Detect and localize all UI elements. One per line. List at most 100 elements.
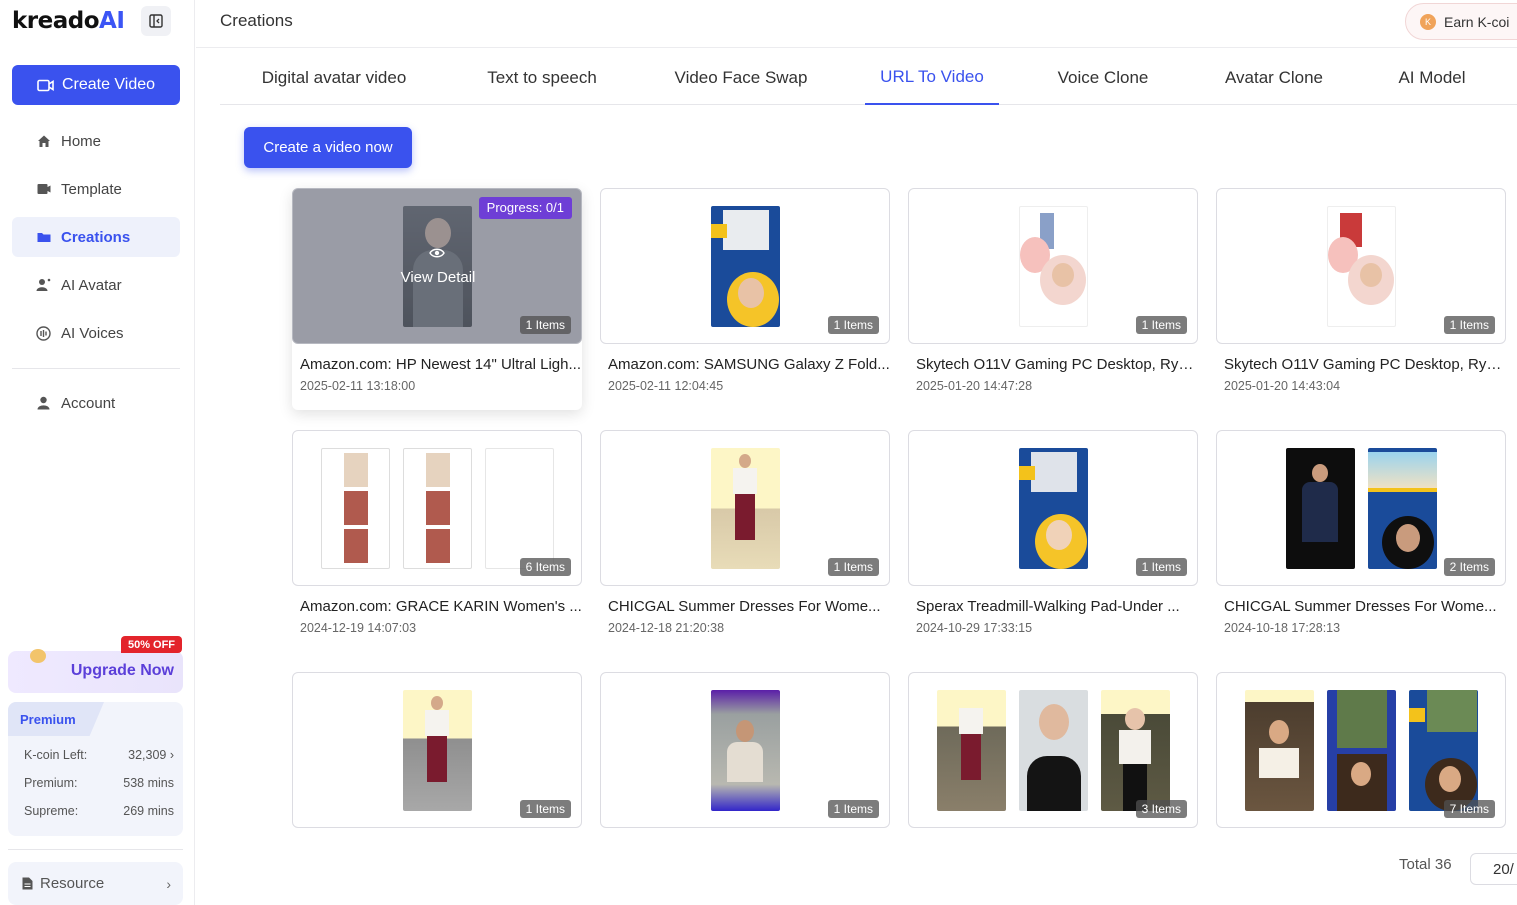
- creation-tabs: Digital avatar video Text to speech Vide…: [220, 50, 1517, 105]
- creation-card-10[interactable]: 3 Items: [908, 672, 1198, 828]
- sidebar-item-label: Template: [61, 180, 122, 198]
- creation-card-2[interactable]: 1 Items: [908, 188, 1198, 344]
- plan-row-value: 269 mins: [123, 804, 174, 818]
- tab-ai-model[interactable]: AI Model: [1384, 50, 1480, 105]
- resource-label: Resource: [40, 875, 105, 892]
- progress-badge: Progress: 0/1: [478, 197, 572, 219]
- card-date: 2025-02-11 12:04:45: [608, 379, 724, 393]
- sidebar-nav: Home Template Creations AI Avatar AI Voi…: [12, 121, 180, 361]
- card-title[interactable]: Amazon.com: HP Newest 14" Ultral Ligh...: [292, 356, 582, 373]
- video-thumbnail: [937, 690, 1006, 811]
- tab-video-face-swap[interactable]: Video Face Swap: [656, 50, 826, 105]
- items-badge: 1 Items: [827, 558, 879, 576]
- creation-card-1[interactable]: 1 Items: [600, 188, 890, 344]
- card-title[interactable]: CHICGAL Summer Dresses For Wome...: [600, 598, 890, 615]
- pagination-total: Total 36: [1399, 856, 1452, 873]
- video-thumbnail: [711, 206, 780, 327]
- page-title: Creations: [220, 11, 293, 30]
- items-badge: 3 Items: [1135, 800, 1187, 818]
- sidebar-item-ai-avatar[interactable]: AI Avatar: [12, 265, 180, 305]
- creation-card-6[interactable]: 1 Items: [908, 430, 1198, 586]
- sidebar-divider: [12, 368, 180, 369]
- create-video-button[interactable]: Create Video: [12, 65, 180, 105]
- earn-kcoin-button[interactable]: K Earn K-coi: [1405, 3, 1517, 40]
- items-badge: 1 Items: [1135, 558, 1187, 576]
- tab-text-to-speech[interactable]: Text to speech: [468, 50, 616, 105]
- plan-row-value: 538 mins: [123, 776, 174, 790]
- creation-card-8[interactable]: 1 Items: [292, 672, 582, 828]
- sidebar-item-label: Home: [61, 132, 102, 150]
- resource-menu[interactable]: Resource ›: [8, 862, 183, 905]
- tab-label: Avatar Clone: [1225, 67, 1323, 87]
- avatar-icon: [36, 278, 51, 293]
- sidebar-item-home[interactable]: Home: [12, 121, 180, 161]
- card-date: 2025-02-11 13:18:00: [300, 379, 416, 393]
- collapse-sidebar-button[interactable]: [141, 6, 171, 36]
- sidebar-item-creations[interactable]: Creations: [12, 217, 180, 257]
- sidebar-account: Account: [12, 383, 180, 431]
- tab-avatar-clone[interactable]: Avatar Clone: [1206, 50, 1342, 105]
- card-date: 2025-01-20 14:47:28: [916, 379, 1033, 393]
- tab-digital-avatar-video[interactable]: Digital avatar video: [240, 50, 428, 105]
- card-date: 2024-10-18 17:28:13: [1224, 621, 1341, 635]
- video-thumbnail: [1327, 690, 1396, 811]
- card-date: 2024-12-19 14:07:03: [300, 621, 417, 635]
- card-date: 2024-10-29 17:33:15: [916, 621, 1033, 635]
- items-badge: 7 Items: [1443, 800, 1495, 818]
- tab-url-to-video[interactable]: URL To Video: [865, 50, 999, 105]
- creation-card-3[interactable]: 1 Items: [1216, 188, 1506, 344]
- creation-card-5[interactable]: 1 Items: [600, 430, 890, 586]
- sidebar-item-ai-voices[interactable]: AI Voices: [12, 313, 180, 353]
- sidebar-toggle-icon: [149, 14, 163, 28]
- template-icon: [36, 182, 51, 197]
- logo[interactable]: kreadoAI: [12, 8, 125, 34]
- creation-card-7[interactable]: 2 Items: [1216, 430, 1506, 586]
- creation-card-4[interactable]: 6 Items: [292, 430, 582, 586]
- user-icon: [36, 396, 51, 411]
- card-title[interactable]: Amazon.com: GRACE KARIN Women's ...: [292, 598, 582, 615]
- sidebar: kreadoAI Create Video Home Template Crea…: [0, 0, 195, 905]
- card-title[interactable]: Sperax Treadmill-Walking Pad-Under ...: [908, 598, 1198, 615]
- sidebar-item-label: Creations: [61, 228, 131, 246]
- items-badge: 2 Items: [1443, 558, 1495, 576]
- create-a-video-now-button[interactable]: Create a video now: [244, 127, 412, 168]
- video-thumbnail: [1327, 206, 1396, 327]
- logo-ai-text: AI: [99, 8, 125, 34]
- video-thumbnail: [1101, 690, 1170, 811]
- sidebar-item-label: AI Voices: [61, 324, 124, 342]
- video-thumbnail: [711, 690, 780, 811]
- plan-row-kcoin[interactable]: K-coin Left: 32,309 ›: [24, 748, 174, 762]
- sidebar-divider: [8, 849, 183, 850]
- video-thumbnail: [403, 448, 472, 569]
- card-title[interactable]: CHICGAL Summer Dresses For Wome...: [1216, 598, 1506, 615]
- sidebar-item-label: AI Avatar: [61, 276, 122, 294]
- card-title[interactable]: Skytech O11V Gaming PC Desktop, Ryz...: [1216, 356, 1506, 373]
- creation-card-0[interactable]: Progress: 0/1 View Detail 1 Items: [292, 188, 582, 344]
- chevron-right-icon: ›: [166, 875, 171, 892]
- sidebar-item-template[interactable]: Template: [12, 169, 180, 209]
- creation-card-9[interactable]: 1 Items: [600, 672, 890, 828]
- view-detail-button[interactable]: View Detail: [293, 269, 581, 286]
- discount-badge: 50% OFF: [121, 636, 182, 653]
- items-badge: 1 Items: [827, 316, 879, 334]
- video-thumbnail: [485, 448, 554, 569]
- card-title[interactable]: Skytech O11V Gaming PC Desktop, Ryz...: [908, 356, 1198, 373]
- video-thumbnail: [1368, 448, 1437, 569]
- upgrade-now-button[interactable]: Upgrade Now: [8, 649, 183, 693]
- document-icon: [22, 877, 33, 890]
- page-size-select[interactable]: 20/: [1470, 853, 1517, 885]
- video-thumbnail: [1019, 448, 1088, 569]
- home-icon: [36, 134, 51, 149]
- tab-voice-clone[interactable]: Voice Clone: [1038, 50, 1168, 105]
- creation-card-11[interactable]: 7 Items: [1216, 672, 1506, 828]
- card-date: 2024-12-18 21:20:38: [608, 621, 725, 635]
- top-bar: Creations K Earn K-coi: [196, 0, 1517, 48]
- tab-label: Text to speech: [487, 67, 597, 87]
- plan-row-label: Premium:: [24, 776, 78, 790]
- video-thumbnail: [321, 448, 390, 569]
- items-badge: 1 Items: [1135, 316, 1187, 334]
- card-title[interactable]: Amazon.com: SAMSUNG Galaxy Z Fold...: [600, 356, 890, 373]
- sidebar-item-account[interactable]: Account: [12, 383, 180, 423]
- video-icon: [37, 79, 54, 91]
- tab-label: Video Face Swap: [674, 67, 808, 87]
